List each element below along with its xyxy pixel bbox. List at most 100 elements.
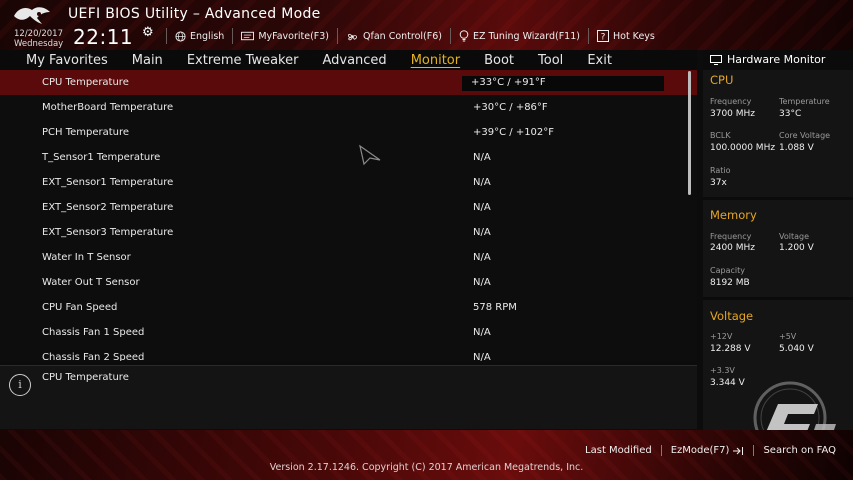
table-row[interactable]: Water In T Sensor N/A (0, 245, 697, 270)
row-value: N/A (473, 202, 491, 213)
search-faq-label: Search on FAQ (763, 445, 836, 456)
table-row[interactable]: EXT_Sensor2 Temperature N/A (0, 195, 697, 220)
weekday-text: Wednesday (14, 39, 64, 49)
monitor-list: CPU Temperature +33°C / +91°F MotherBoar… (0, 70, 697, 361)
svg-text:?: ? (601, 33, 606, 43)
memory-capacity-value: 8192 MB (710, 278, 750, 288)
row-label: PCH Temperature (42, 127, 130, 138)
hot-keys-button[interactable]: ? Hot Keys (587, 28, 663, 44)
table-row[interactable]: Chassis Fan 1 Speed N/A (0, 320, 697, 345)
row-value: N/A (473, 327, 491, 338)
tab-my-favorites[interactable]: My Favorites (14, 53, 120, 68)
row-label: Chassis Fan 2 Speed (42, 352, 145, 361)
hardware-monitor-title: Hardware Monitor (727, 53, 826, 66)
ezmode-button[interactable]: EzMode(F7) (660, 445, 754, 456)
gear-icon[interactable]: ⚙ (142, 25, 154, 40)
bulb-icon (459, 30, 469, 42)
main-nav: My Favorites Main Extreme Tweaker Advanc… (0, 50, 697, 70)
toolbar: English MyFavorite(F3) Qfan Control(F6) … (166, 28, 663, 44)
table-row[interactable]: Chassis Fan 2 Speed N/A (0, 345, 697, 361)
row-label: EXT_Sensor2 Temperature (42, 202, 174, 213)
ratio-label: Ratio (710, 166, 731, 175)
favorite-icon (241, 31, 255, 41)
v12-label: +12V (710, 332, 733, 341)
row-value: N/A (473, 277, 491, 288)
tab-boot[interactable]: Boot (472, 53, 526, 68)
ez-tuning-wizard-button[interactable]: EZ Tuning Wizard(F11) (449, 28, 588, 44)
row-value: +30°C / +86°F (473, 102, 548, 113)
hardware-monitor-header: Hardware Monitor (703, 50, 853, 70)
language-button[interactable]: English (166, 28, 232, 44)
copyright-text: Version 2.17.1246. Copyright (C) 2017 Am… (269, 462, 584, 473)
memory-voltage-value: 1.200 V (779, 243, 814, 253)
last-modified-button[interactable]: Last Modified (576, 445, 661, 456)
row-value: N/A (473, 152, 491, 163)
myfavorite-button[interactable]: MyFavorite(F3) (232, 28, 337, 44)
globe-icon (175, 30, 186, 42)
row-label: Chassis Fan 1 Speed (42, 327, 145, 338)
memory-frequency-label: Frequency (710, 232, 752, 241)
section-divider (703, 197, 853, 200)
monitor-icon (710, 55, 722, 65)
date-display: 12/20/2017 Wednesday (14, 29, 63, 49)
row-label: T_Sensor1 Temperature (42, 152, 161, 163)
tab-tool[interactable]: Tool (526, 53, 575, 68)
core-voltage-value: 1.088 V (779, 143, 814, 153)
table-row[interactable]: EXT_Sensor1 Temperature N/A (0, 170, 697, 195)
date-text: 12/20/2017 (14, 29, 63, 39)
tab-exit[interactable]: Exit (575, 53, 624, 68)
cpu-temperature-value: 33°C (779, 109, 802, 119)
row-value: N/A (473, 177, 491, 188)
info-icon: i (9, 374, 31, 396)
table-row[interactable]: Water Out T Sensor N/A (0, 270, 697, 295)
row-label: CPU Temperature (42, 77, 129, 88)
last-modified-label: Last Modified (585, 445, 652, 456)
cpu-frequency-value: 3700 MHz (710, 109, 756, 119)
table-row[interactable]: PCH Temperature +39°C / +102°F (0, 120, 697, 145)
cpu-heading: CPU (710, 73, 734, 87)
qfan-control-button[interactable]: Qfan Control(F6) (337, 28, 450, 44)
clock-time[interactable]: 22:11 (73, 25, 133, 49)
row-label: MotherBoard Temperature (42, 102, 174, 113)
myfavorite-label: MyFavorite(F3) (258, 30, 330, 42)
scrollbar[interactable] (688, 71, 691, 195)
search-faq-button[interactable]: Search on FAQ (753, 445, 845, 456)
qfan-label: Qfan Control(F6) (363, 30, 442, 42)
hardware-monitor-panel: Hardware Monitor CPU Frequency Temperatu… (703, 50, 853, 430)
help-panel: i CPU Temperature (0, 365, 697, 429)
tab-main[interactable]: Main (120, 53, 175, 68)
v33-label: +3.3V (710, 366, 735, 375)
footer-bar: Last Modified EzMode(F7) Search on FAQ V… (0, 430, 853, 480)
v33-value: 3.344 V (710, 378, 745, 388)
bclk-value: 100.0000 MHz (710, 143, 776, 153)
memory-frequency-value: 2400 MHz (710, 243, 756, 253)
bclk-label: BCLK (710, 131, 731, 140)
cpu-frequency-label: Frequency (710, 97, 752, 106)
app-title: UEFI BIOS Utility – Advanced Mode (68, 6, 321, 22)
row-label: Water In T Sensor (42, 252, 131, 263)
memory-capacity-label: Capacity (710, 266, 745, 275)
cpu-temperature-label: Temperature (779, 97, 830, 106)
v5-value: 5.040 V (779, 344, 814, 354)
help-text: CPU Temperature (42, 372, 129, 383)
table-row[interactable]: CPU Temperature +33°C / +91°F (0, 70, 697, 95)
mouse-cursor-icon (359, 144, 381, 166)
hot-keys-label: Hot Keys (612, 30, 655, 42)
ratio-value: 37x (710, 178, 727, 188)
table-row[interactable]: MotherBoard Temperature +30°C / +86°F (0, 95, 697, 120)
table-row[interactable]: EXT_Sensor3 Temperature N/A (0, 220, 697, 245)
row-label: Water Out T Sensor (42, 277, 140, 288)
tab-extreme-tweaker[interactable]: Extreme Tweaker (175, 53, 311, 68)
row-value: N/A (473, 352, 491, 361)
language-label: English (190, 30, 225, 42)
ezmode-label: EzMode(F7) (670, 445, 730, 456)
memory-heading: Memory (710, 208, 757, 222)
table-row[interactable]: T_Sensor1 Temperature N/A (0, 145, 697, 170)
core-voltage-label: Core Voltage (779, 131, 831, 140)
v12-value: 12.288 V (710, 344, 751, 354)
tab-advanced[interactable]: Advanced (310, 53, 398, 68)
tab-monitor[interactable]: Monitor (399, 53, 472, 68)
table-row[interactable]: CPU Fan Speed 578 RPM (0, 295, 697, 320)
section-divider (703, 297, 853, 300)
ez-tuning-label: EZ Tuning Wizard(F11) (472, 30, 580, 42)
